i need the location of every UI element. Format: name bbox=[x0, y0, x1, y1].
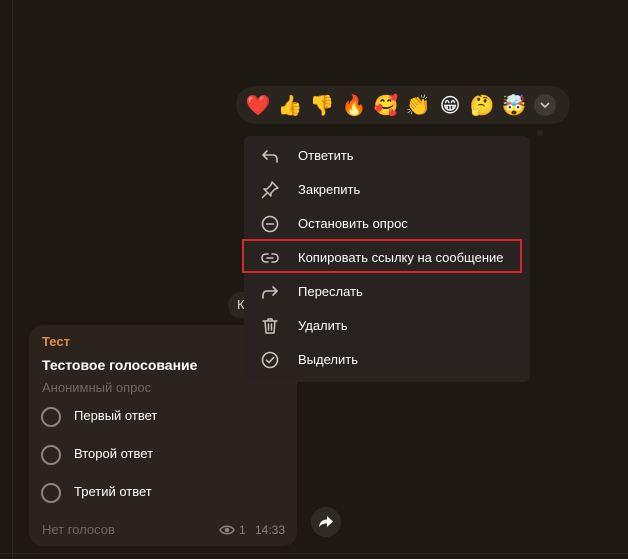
sender-name[interactable]: Тест bbox=[42, 334, 70, 349]
views-count: 1 bbox=[239, 523, 246, 537]
highlight-box bbox=[242, 239, 522, 273]
radio-icon[interactable] bbox=[41, 445, 61, 465]
poll-question: Тестовое голосование bbox=[42, 357, 198, 373]
smiling-hearts-reaction[interactable]: 🥰 bbox=[373, 92, 399, 118]
thumbs-up-reaction[interactable]: 👍 bbox=[277, 92, 303, 118]
reactions-bar: ❤️ 👍 👎 🔥 🥰 👏 😁 🤔 🤯 bbox=[236, 86, 570, 124]
thinking-reaction[interactable]: 🤔 bbox=[469, 92, 495, 118]
reactions-tail bbox=[537, 130, 543, 136]
grinning-reaction[interactable]: 😁 bbox=[437, 92, 463, 118]
poll-type: Анонимный опрос bbox=[42, 380, 152, 395]
menu-item-label: Ответить bbox=[298, 148, 354, 163]
chevron-down-icon bbox=[540, 102, 550, 108]
fire-reaction[interactable]: 🔥 bbox=[341, 92, 367, 118]
heart-reaction[interactable]: ❤️ bbox=[245, 92, 271, 118]
stop-icon bbox=[261, 215, 279, 233]
menu-item-delete[interactable]: Удалить bbox=[244, 309, 530, 343]
menu-item-label: Остановить опрос bbox=[298, 216, 408, 231]
menu-item-select[interactable]: Выделить bbox=[244, 343, 530, 377]
thumbs-down-reaction[interactable]: 👎 bbox=[309, 92, 335, 118]
menu-item-forward[interactable]: Переслать bbox=[244, 275, 530, 309]
message-time: 14:33 bbox=[255, 523, 286, 537]
menu-item-stop-poll[interactable]: Остановить опрос bbox=[244, 207, 530, 241]
clapping-reaction[interactable]: 👏 bbox=[405, 92, 431, 118]
menu-item-label: Закрепить bbox=[298, 182, 361, 197]
exploding-head-reaction[interactable]: 🤯 bbox=[501, 92, 527, 118]
divider bbox=[12, 0, 13, 559]
poll-option[interactable]: Третий ответ bbox=[41, 481, 281, 505]
poll-option-label: Третий ответ bbox=[74, 484, 152, 499]
poll-option[interactable]: Первый ответ bbox=[41, 405, 281, 429]
radio-icon[interactable] bbox=[41, 407, 61, 427]
menu-item-label: Удалить bbox=[298, 318, 348, 333]
radio-icon[interactable] bbox=[41, 483, 61, 503]
poll-option-label: Второй ответ bbox=[74, 446, 154, 461]
divider bbox=[0, 553, 628, 554]
votes-count: Нет голосов bbox=[42, 522, 115, 537]
trash-icon bbox=[262, 318, 278, 334]
menu-item-label: Выделить bbox=[298, 352, 358, 367]
share-arrow-icon bbox=[319, 516, 333, 528]
poll-option-label: Первый ответ bbox=[74, 408, 158, 423]
forward-icon bbox=[262, 286, 278, 299]
poll-option[interactable]: Второй ответ bbox=[41, 443, 281, 467]
eye-icon bbox=[219, 525, 235, 535]
views-counter: 1 bbox=[219, 523, 246, 537]
share-button[interactable] bbox=[311, 507, 341, 537]
menu-item-reply[interactable]: Ответить bbox=[244, 139, 530, 173]
menu-item-pin[interactable]: Закрепить bbox=[244, 173, 530, 207]
menu-item-label: Переслать bbox=[298, 284, 363, 299]
check-circle-icon bbox=[261, 351, 279, 369]
expand-reactions-button[interactable] bbox=[534, 94, 556, 116]
reply-icon bbox=[262, 150, 278, 163]
pin-icon bbox=[261, 181, 279, 199]
